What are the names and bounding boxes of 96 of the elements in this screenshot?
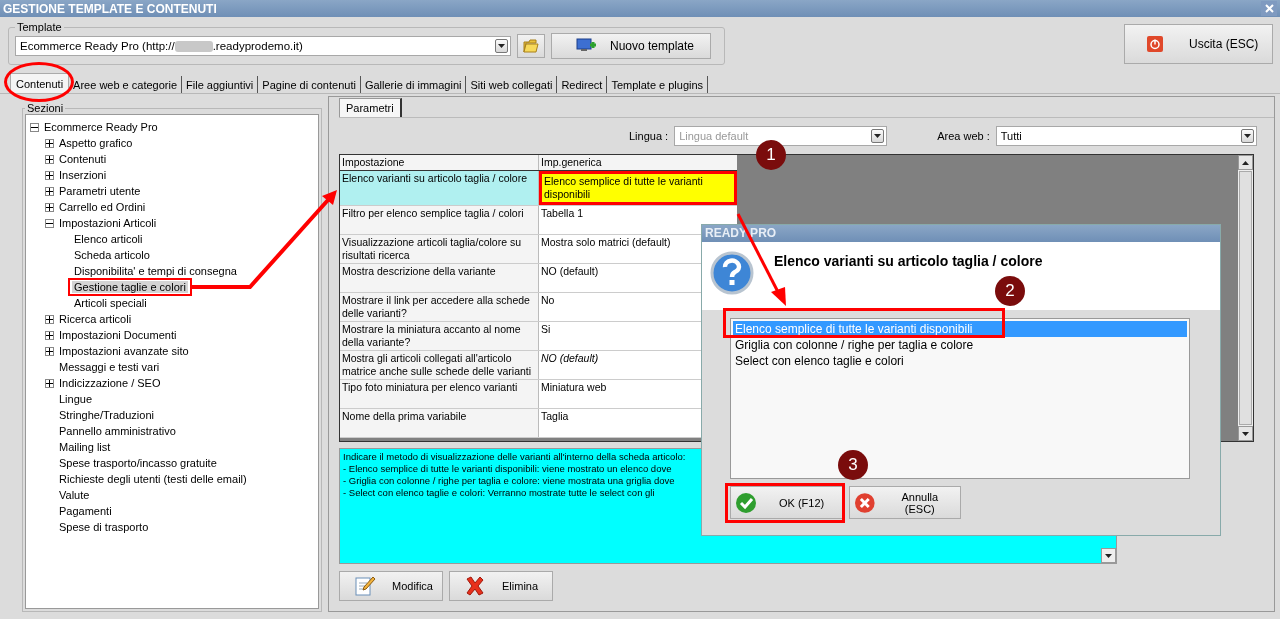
tree-item[interactable]: Elenco articoli xyxy=(72,233,145,245)
exit-button[interactable]: Uscita (ESC) xyxy=(1124,24,1273,64)
description-line: - Griglia con colonne / righe per taglia e colore: viene mostrata una griglia dove xyxy=(343,475,676,487)
caret-icon xyxy=(1242,431,1249,436)
tab[interactable]: Gallerie di immagini xyxy=(360,76,467,93)
scroll-down-button[interactable] xyxy=(1101,548,1116,563)
tab[interactable]: Template e plugins xyxy=(607,76,709,93)
value-cell[interactable]: Elenco semplice di tutte le varianti disponibili xyxy=(539,171,737,205)
tree-item[interactable]: Valute xyxy=(57,489,92,501)
combo-value: .readyprodemo.it) xyxy=(212,40,303,52)
pencil-document-icon xyxy=(354,575,376,597)
check-icon xyxy=(735,491,757,514)
tree-item[interactable]: Contenuti xyxy=(57,153,109,165)
tree-item[interactable]: Spese trasporto/incasso gratuite xyxy=(57,457,219,469)
area-combo[interactable]: Tutti xyxy=(995,126,1257,146)
monitor-plus-icon xyxy=(576,38,598,54)
expand-icon[interactable] xyxy=(45,186,54,196)
highlight-ellipse xyxy=(4,62,74,102)
combo-value: Ecommerce Ready Pro (http:// xyxy=(20,40,175,52)
collapse-icon[interactable] xyxy=(30,122,39,132)
caret-icon xyxy=(874,134,882,138)
area-label: Area web : xyxy=(937,130,990,142)
dialog-heading: Elenco varianti su articolo taglia / colore xyxy=(774,253,1043,269)
expand-icon[interactable] xyxy=(45,330,54,340)
window-title: GESTIONE TEMPLATE E CONTENUTI xyxy=(3,1,217,16)
expand-icon[interactable] xyxy=(45,202,54,212)
template-combo[interactable]: Ecommerce Ready Pro (http:// .readyprodemo.it) xyxy=(15,36,511,56)
tree-item[interactable]: Ecommerce Ready Pro xyxy=(42,121,160,133)
question-icon xyxy=(710,251,754,295)
tree-item[interactable]: Pagamenti xyxy=(57,505,114,517)
tab[interactable]: Redirect xyxy=(557,76,608,93)
description-line: Indicare il metodo di visualizzazione delle varianti all'interno della scheda articolo: xyxy=(343,451,686,463)
tree-item[interactable]: Gestione taglie e colori xyxy=(72,281,188,293)
column-header: Imp.generica xyxy=(540,155,603,170)
tree-item[interactable]: Mailing list xyxy=(57,441,113,453)
description-line: - Elenco semplice di tutte le varianti disponibili: viene mostrato un elenco dove xyxy=(343,463,673,475)
cross-circle-icon xyxy=(854,491,876,514)
tree-item[interactable]: Spese di trasporto xyxy=(57,521,151,533)
tree-item[interactable]: Impostazioni Articoli xyxy=(57,217,159,229)
tab[interactable]: Contenuti xyxy=(10,73,70,93)
scroll-up-button[interactable] xyxy=(1238,155,1253,170)
cross-icon xyxy=(464,575,486,597)
expand-icon[interactable] xyxy=(45,170,54,180)
setting-cell[interactable]: Elenco varianti su articolo taglia / colore xyxy=(340,171,539,205)
tree-item[interactable]: Pannello amministrativo xyxy=(57,425,178,437)
language-label: Lingua : xyxy=(629,130,669,142)
group-label: Template xyxy=(16,21,63,33)
tab[interactable]: File aggiuntivi xyxy=(182,76,259,93)
dropdown-button[interactable] xyxy=(1240,129,1254,143)
new-template-button[interactable]: Nuovo template xyxy=(551,33,711,59)
blurred-block xyxy=(174,40,213,52)
edit-button[interactable]: Modifica xyxy=(339,571,443,601)
tree-item[interactable]: Stringhe/Traduzioni xyxy=(57,409,156,421)
collapse-icon[interactable] xyxy=(45,218,54,228)
tab[interactable]: Pagine di contenuti xyxy=(258,76,361,93)
dropdown-button[interactable] xyxy=(495,39,508,53)
tab[interactable]: Aree web e categorie xyxy=(69,76,183,93)
caret-icon xyxy=(1105,553,1112,558)
description-line: - Select con elenco taglie e colori: Verranno mostrate tutte le select con gli xyxy=(343,487,656,499)
cancel-button[interactable]: Annulla (ESC) xyxy=(849,486,961,519)
group-label: Sezioni xyxy=(26,102,65,114)
tree-item[interactable]: Indicizzazione / SEO xyxy=(57,377,163,389)
tree-item[interactable]: Messaggi e testi vari xyxy=(57,361,162,373)
tab[interactable]: Siti web collegati xyxy=(466,76,558,93)
tree-item[interactable]: Aspetto grafico xyxy=(57,137,135,149)
caret-icon xyxy=(498,44,505,48)
caret-icon xyxy=(1242,160,1249,165)
power-icon xyxy=(1147,36,1163,52)
tree-item[interactable]: Scheda articolo xyxy=(72,249,152,261)
tree-item[interactable]: Ricerca articoli xyxy=(57,313,134,325)
tree-item[interactable]: Articoli speciali xyxy=(72,297,149,309)
close-button[interactable] xyxy=(1261,1,1277,16)
tree-item[interactable]: Carrello ed Ordini xyxy=(57,201,148,213)
tree-item[interactable]: Impostazioni Documenti xyxy=(57,329,179,341)
delete-button[interactable]: Elimina xyxy=(449,571,553,601)
expand-icon[interactable] xyxy=(45,154,54,164)
column-header: Impostazione xyxy=(340,155,539,170)
caret-icon xyxy=(1243,134,1251,138)
tree-item[interactable]: Richieste degli utenti (testi delle email) xyxy=(57,473,249,485)
folder-icon xyxy=(523,39,539,53)
scroll-down-button[interactable] xyxy=(1238,426,1253,441)
tree-item[interactable]: Parametri utente xyxy=(57,185,143,197)
tree-item[interactable]: Impostazioni avanzate sito xyxy=(57,345,191,357)
dialog-title: READY PRO xyxy=(702,225,1220,242)
tree-item[interactable]: Inserzioni xyxy=(57,169,109,181)
folder-button[interactable] xyxy=(517,34,545,58)
expand-icon[interactable] xyxy=(45,378,54,388)
scrollbar[interactable] xyxy=(1238,155,1253,441)
tab[interactable]: Parametri xyxy=(339,98,402,117)
ok-button[interactable]: OK (F12) xyxy=(730,486,843,519)
scroll-thumb[interactable] xyxy=(1239,171,1252,425)
expand-icon[interactable] xyxy=(45,314,54,324)
expand-icon[interactable] xyxy=(45,138,54,148)
tree-item[interactable]: Disponibilita' e tempi di consegna xyxy=(72,265,239,277)
tree-item[interactable]: Lingue xyxy=(57,393,95,405)
expand-icon[interactable] xyxy=(45,346,54,356)
